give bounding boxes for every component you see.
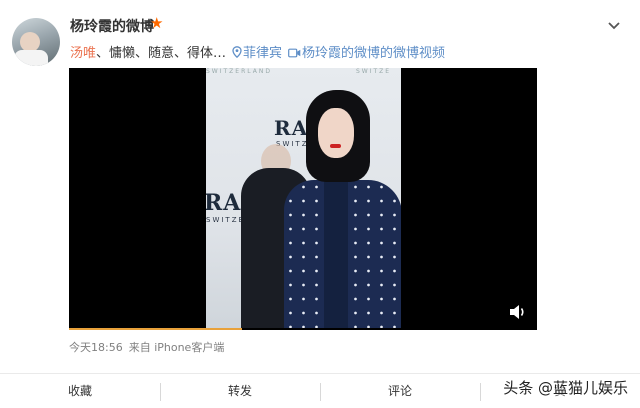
- location-label: 菲律宾: [243, 46, 283, 61]
- vip-star-icon: ★: [150, 14, 164, 32]
- comment-button[interactable]: 评论: [320, 374, 480, 408]
- repost-button[interactable]: 转发: [160, 374, 320, 408]
- post-timestamp[interactable]: 今天18:56: [69, 341, 123, 354]
- post-source: 来自 iPhone客户端: [128, 341, 225, 354]
- speaker-icon[interactable]: [509, 304, 527, 320]
- video-progress-fill: [69, 328, 243, 330]
- video-link-label: 杨玲霞的微博的微博视频: [302, 46, 446, 61]
- favorite-button[interactable]: 收藏: [0, 374, 160, 408]
- brand-top-left: SWITZERLAND: [206, 68, 272, 75]
- location-icon: [232, 46, 242, 58]
- post-text: 、慵懒、随意、得体…: [96, 46, 227, 61]
- mention-link[interactable]: 汤唯: [70, 46, 96, 61]
- video-icon: [288, 48, 301, 58]
- location-link[interactable]: 菲律宾: [232, 46, 282, 61]
- post-meta: 今天18:56 来自 iPhone客户端: [69, 339, 224, 355]
- video-progress-bar[interactable]: [69, 328, 537, 330]
- video-frame: SWITZERLAND SWITZE RAD SWITZE RAD SWITZE…: [206, 68, 401, 330]
- woman-blouse: [324, 180, 348, 330]
- watermark: 头条 @蓝猫儿娱乐: [503, 379, 628, 397]
- post-text-line: 汤唯、慵懒、随意、得体… 菲律宾 杨玲霞的微博的微博视频: [70, 42, 445, 61]
- woman-lips: [330, 144, 341, 148]
- avatar-face: [20, 32, 40, 52]
- woman-face: [318, 108, 354, 158]
- avatar[interactable]: [12, 18, 60, 66]
- username[interactable]: 杨玲霞的微博: [70, 16, 154, 36]
- video-link[interactable]: 杨玲霞的微博的微博视频: [288, 46, 445, 61]
- chevron-down-icon[interactable]: [606, 18, 622, 34]
- brand-top-right: SWITZE: [356, 68, 392, 75]
- video-player[interactable]: SWITZERLAND SWITZE RAD SWITZE RAD SWITZE…: [69, 68, 537, 330]
- avatar-shirt: [14, 50, 48, 66]
